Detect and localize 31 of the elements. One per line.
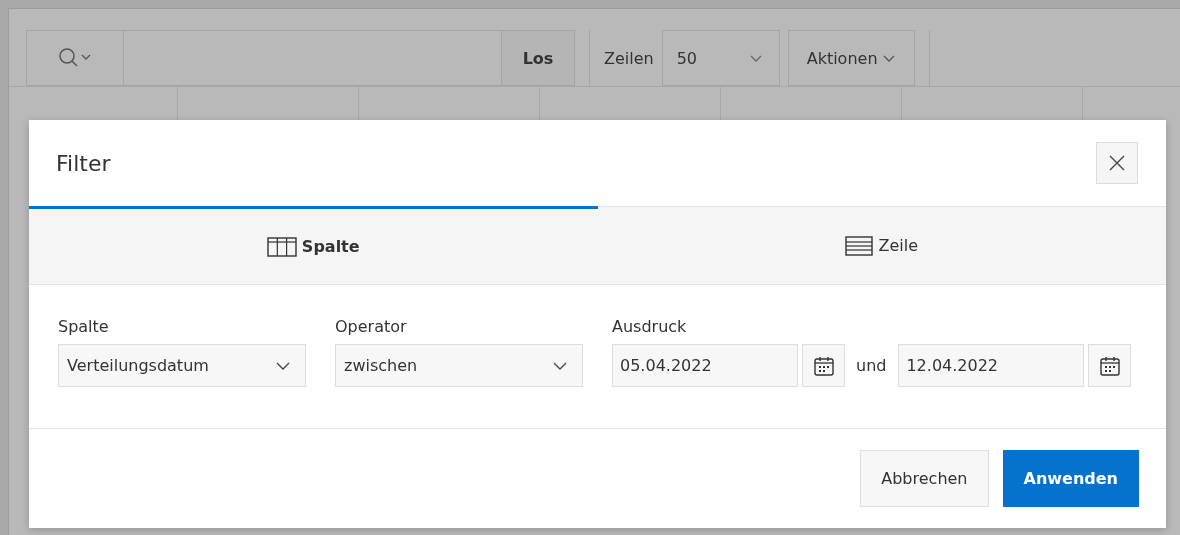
- close-button[interactable]: [1096, 142, 1138, 184]
- rows-icon: [845, 235, 874, 256]
- apply-button[interactable]: Anwenden: [1002, 450, 1139, 507]
- select-field[interactable]: zwischen: [335, 344, 583, 387]
- calendar-icon: [812, 354, 835, 377]
- calendar-button[interactable]: [1088, 344, 1132, 387]
- chevron-icon: [881, 53, 896, 63]
- filter-tab[interactable]: Zeile: [597, 206, 1166, 284]
- actions-button[interactable]: Aktionen: [787, 30, 915, 86]
- field-label: Ausdruck: [612, 317, 687, 336]
- go-button[interactable]: Los: [501, 30, 575, 86]
- select-field[interactable]: Verteilungsdatum: [58, 344, 306, 387]
- calendar-button[interactable]: [802, 344, 845, 387]
- search-menu-button[interactable]: [26, 30, 124, 86]
- rows-label: Zeilen: [604, 48, 654, 68]
- range-connector: und: [856, 356, 887, 375]
- chevron-icon: [748, 53, 763, 63]
- chevron-icon: [552, 360, 568, 371]
- search-icon: [58, 47, 92, 69]
- chevron-icon: [275, 360, 291, 371]
- calendar-icon: [1098, 354, 1121, 377]
- date-field[interactable]: 05.04.2022: [612, 344, 798, 387]
- filter-tab[interactable]: Spalte: [29, 206, 598, 284]
- columns-icon: [266, 236, 297, 257]
- dialog-title: Filter: [56, 150, 111, 176]
- field-label: Operator: [335, 317, 407, 336]
- close-icon: [1108, 154, 1126, 172]
- field-label: Spalte: [58, 317, 109, 336]
- rows-select[interactable]: 50: [661, 30, 780, 86]
- cancel-button[interactable]: Abbrechen: [860, 450, 989, 507]
- date-field[interactable]: 12.04.2022: [898, 344, 1085, 387]
